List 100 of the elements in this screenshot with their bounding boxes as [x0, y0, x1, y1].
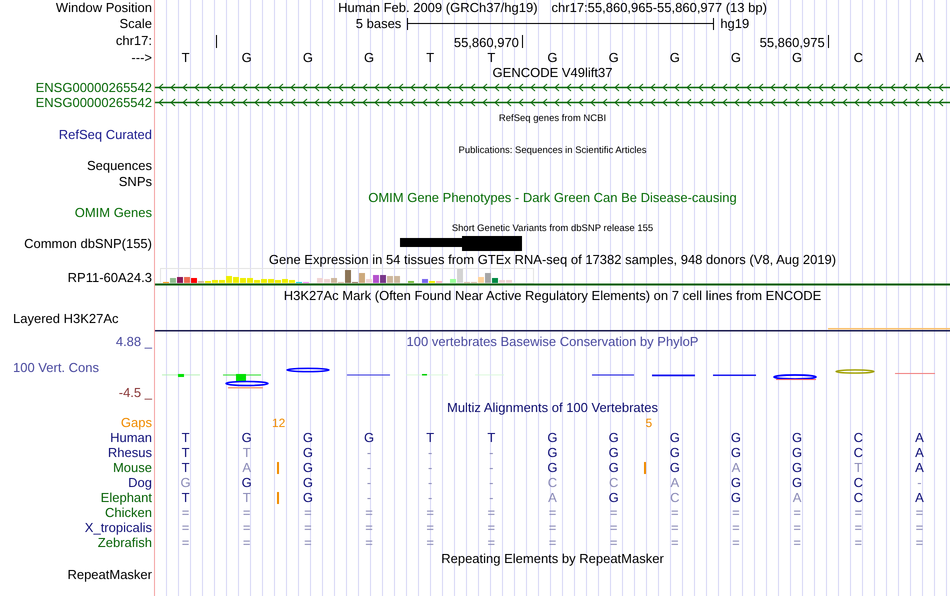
alignment-base: =: [182, 535, 190, 550]
alignment-base: G: [547, 460, 558, 475]
base-letter: G: [547, 50, 558, 64]
species-label: Elephant: [100, 490, 152, 505]
alignment-base: C: [670, 490, 680, 505]
coordinate-label: 55,860,970: [454, 35, 519, 49]
base-letter: G: [302, 50, 313, 64]
track-title: GENCODE V49lift37: [492, 65, 612, 80]
alignment-base: -: [489, 475, 494, 490]
base-letter: G: [792, 50, 802, 64]
alignment-base: G: [608, 490, 619, 505]
species-label: X_tropicalis: [84, 520, 152, 535]
alignment-base: G: [792, 475, 802, 490]
track-label: ENSG00000265542: [36, 95, 152, 110]
alignment-base: C: [854, 430, 863, 445]
alignment-base: -: [428, 475, 432, 490]
alignment-base: C: [608, 475, 618, 490]
gap-count: 12: [272, 416, 286, 430]
alignment-base: G: [792, 445, 802, 460]
alignment-base: G: [364, 430, 374, 445]
scale-text: 5 bases: [356, 16, 402, 31]
alignment-base: G: [670, 430, 680, 445]
track-label: SNPs: [118, 174, 152, 189]
track-label: Layered H3K27Ac: [13, 310, 119, 326]
track-label: Gaps: [120, 415, 152, 430]
alignment-base: T: [242, 490, 251, 505]
track-label: Sequences: [86, 158, 152, 173]
alignment-base: =: [242, 535, 251, 550]
base-letter: T: [426, 50, 434, 64]
alignment-base: =: [488, 505, 496, 520]
alignment-base: =: [365, 520, 373, 535]
coordinate-label: 55,860,975: [760, 35, 825, 49]
assembly-name: hg19: [720, 16, 750, 31]
species-label: Mouse: [112, 460, 152, 475]
track-title: Gene Expression in 54 tissues from GTEx RNA-seq of 17382 samples, 948 donors (V8, Aug 2019): [268, 252, 836, 267]
alignment-base: G: [730, 430, 742, 445]
alignment-base: =: [732, 535, 740, 550]
track-label: OMIM Genes: [74, 205, 152, 220]
alignment-base: =: [793, 505, 801, 520]
alignment-base: G: [730, 445, 742, 460]
gap-count: 5: [646, 416, 652, 430]
axis-max-label: 4.88 _: [116, 334, 152, 349]
alignment-base: =: [242, 505, 251, 520]
track-title: 100 vertebrates Basewise Conservation by PhyloP: [406, 334, 698, 348]
alignment-base: =: [854, 505, 862, 520]
alignment-base: =: [548, 535, 556, 550]
track-title: OMIM Gene Phenotypes - Dark Green Can Be Disease-causing: [368, 190, 737, 205]
alignment-base: =: [548, 505, 556, 520]
alignment-base: G: [180, 475, 191, 490]
base-letter: T: [182, 50, 190, 64]
track-label: Common dbSNP(155): [24, 236, 152, 251]
alignment-base: A: [792, 490, 802, 505]
alignment-base: G: [302, 475, 313, 490]
alignment-base: G: [608, 460, 619, 475]
alignment-base: G: [730, 490, 742, 505]
alignment-base: G: [608, 430, 619, 445]
alignment-base: -: [366, 445, 372, 460]
alignment-base: =: [426, 520, 434, 535]
alignment-base: =: [304, 535, 312, 550]
alignment-base: A: [670, 475, 680, 490]
alignment-base: G: [302, 460, 313, 475]
track-title: Publications: Sequences in Scientific Articles: [458, 144, 646, 156]
alignment-base: G: [670, 445, 680, 460]
alignment-base: =: [916, 535, 924, 550]
alignment-base: C: [854, 475, 863, 490]
alignment-base: T: [182, 430, 190, 445]
alignment-base: =: [488, 535, 496, 550]
alignment-base: T: [182, 445, 190, 460]
track-label: RepeatMasker: [67, 566, 152, 582]
alignment-base: =: [916, 520, 924, 535]
base-letter: A: [915, 50, 924, 64]
alignment-base: -: [428, 445, 432, 460]
alignment-base: =: [671, 520, 679, 535]
alignment-base: A: [915, 445, 924, 460]
alignment-base: G: [302, 490, 313, 505]
alignment-base: A: [732, 460, 740, 475]
alignment-base: G: [547, 445, 558, 460]
alignment-base: G: [242, 430, 252, 445]
alignment-base: T: [487, 430, 496, 445]
alignment-base: =: [671, 505, 679, 520]
alignment-base: G: [547, 430, 558, 445]
alignment-base: A: [915, 430, 924, 445]
track-title: Short Genetic Variants from dbSNP release 155: [452, 222, 654, 234]
alignment-base: G: [242, 475, 252, 490]
alignment-base: T: [426, 430, 434, 445]
alignment-base: =: [610, 535, 618, 550]
base-letter: G: [608, 50, 619, 64]
alignment-base: =: [182, 520, 190, 535]
alignment-base: =: [182, 505, 190, 520]
alignment-base: G: [670, 460, 680, 475]
alignment-base: A: [915, 460, 924, 475]
track-label: Window Position: [56, 0, 152, 15]
alignment-base: G: [792, 430, 802, 445]
position-range: chr17:55,860,965-55,860,977 (13 bp): [552, 0, 767, 15]
alignment-base: -: [428, 490, 432, 505]
alignment-base: =: [610, 520, 618, 535]
track-title: Multiz Alignments of 100 Vertebrates: [446, 400, 658, 415]
track-title: H3K27Ac Mark (Often Found Near Active Regulatory Elements) on 7 cell lines from ENCODE: [284, 288, 822, 302]
species-label: Zebrafish: [98, 535, 152, 550]
track-label: ENSG00000265542: [36, 80, 152, 95]
